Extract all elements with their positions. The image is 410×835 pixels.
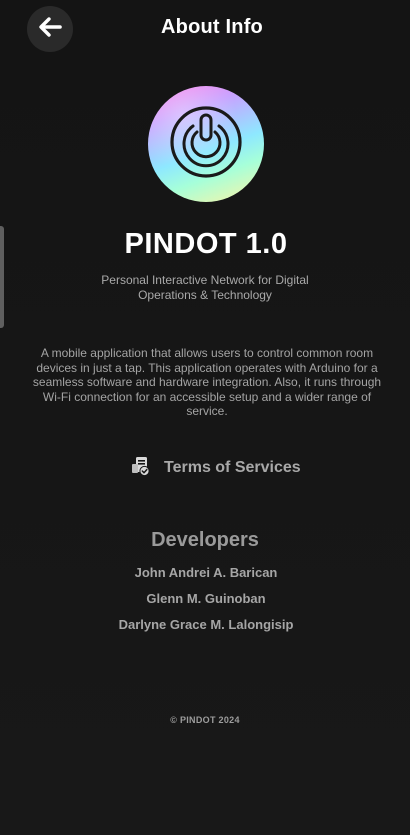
terms-of-services-link[interactable]: Terms of Services xyxy=(130,455,301,481)
page-title: About Info xyxy=(161,16,263,38)
app-description: A mobile application that allows users t… xyxy=(32,346,382,418)
copyright-text: © PINDOT 2024 xyxy=(170,715,240,725)
developers-heading: Developers xyxy=(151,529,259,551)
developer-name: John Andrei A. Barican xyxy=(134,565,278,580)
developer-name: Darlyne Grace M. Lalongisip xyxy=(118,617,294,632)
app-logo xyxy=(148,86,264,202)
power-icon xyxy=(166,102,246,187)
document-check-icon xyxy=(130,455,152,482)
app-name: PINDOT 1.0 xyxy=(124,228,288,260)
developers-list: John Andrei A. Barican Glenn M. Guinoban… xyxy=(0,564,410,642)
app-subtitle: Personal Interactive Network for Digital… xyxy=(101,273,309,302)
developer-name: Glenn M. Guinoban xyxy=(146,591,266,606)
terms-label: Terms of Services xyxy=(164,459,301,476)
about-screen: About Info PINDOT 1.0 Personal Interacti… xyxy=(0,0,410,835)
